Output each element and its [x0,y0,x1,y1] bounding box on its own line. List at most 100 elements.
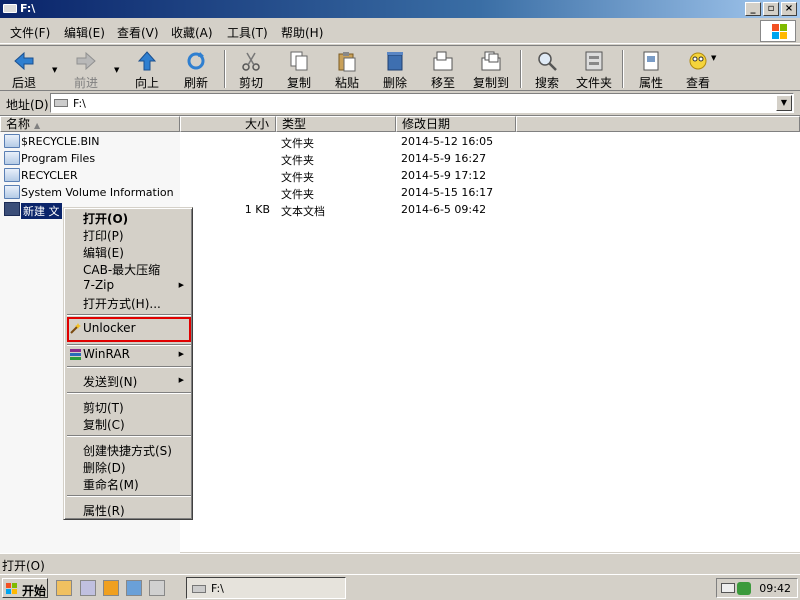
minimize-button[interactable]: _ [745,2,761,16]
copy-to-label: 复制到 [472,76,509,90]
search-button[interactable]: 搜索 [528,48,566,90]
menu-item-copy[interactable]: 复制(C) [68,415,190,432]
folder-icon [4,151,20,165]
menu-item-open[interactable]: 打开(O) [68,209,190,226]
address-label: 地址(D) [6,98,49,112]
forward-button[interactable]: 前进 [66,48,106,90]
menu-item-properties[interactable]: 属性(R) [68,501,190,518]
start-button[interactable]: 开始 [2,578,48,598]
file-row[interactable]: RECYCLER 文件夹 2014-5-9 17:12 [0,167,800,184]
maximize-button[interactable]: ▫ [763,2,779,16]
menu-item-label: CAB-最大压缩 [83,263,161,277]
menu-item-create-shortcut[interactable]: 创建快捷方式(S) [68,441,190,458]
sort-ascending-icon: ▲ [34,121,41,130]
status-text: 打开(O) [2,559,45,573]
move-to-button[interactable]: 移至 [424,48,462,90]
back-dropdown-icon[interactable]: ▼ [52,66,57,74]
column-header-type[interactable]: 类型 [276,116,396,132]
search-label: 搜索 [534,76,559,90]
delete-button[interactable]: 删除 [376,48,414,90]
quicklaunch-desktop-icon[interactable] [56,580,72,596]
menu-item-winrar[interactable]: WinRAR ▶ [68,346,190,363]
delete-icon [387,52,403,71]
menu-help[interactable]: 帮助(H) [281,24,323,41]
drive-icon [192,585,206,593]
file-row[interactable]: Program Files 文件夹 2014-5-9 16:27 [0,150,800,167]
menu-item-rename[interactable]: 重命名(M) [68,475,190,492]
menu-item-7zip[interactable]: 7-Zip ▶ [68,277,190,294]
file-row[interactable]: System Volume Information 文件夹 2014-5-15 … [0,184,800,201]
file-name: RECYCLER [21,169,78,182]
menu-bar: 文件(F) 编辑(E) 查看(V) 收藏(A) 工具(T) 帮助(H) [0,18,800,44]
up-label: 向上 [134,76,159,90]
submenu-arrow-icon: ▶ [178,281,184,289]
menu-item-edit[interactable]: 编辑(E) [68,243,190,260]
taskbar-window-button[interactable]: F:\ [186,577,346,599]
menu-separator [67,495,191,497]
quicklaunch-drive-icon[interactable] [149,580,165,596]
properties-label: 属性 [638,76,663,90]
file-modified: 2014-6-5 09:42 [401,203,487,216]
copy-to-button[interactable]: 复制到 [470,48,512,90]
keyboard-tray-icon[interactable] [721,583,735,593]
drive-icon [3,4,17,13]
properties-button[interactable]: 属性 [632,48,670,90]
menu-view[interactable]: 查看(V) [117,24,159,41]
menu-tools[interactable]: 工具(T) [227,24,268,41]
clock[interactable]: 09:42 [759,582,791,595]
view-label: 查看 [685,76,710,90]
address-value: F:\ [73,97,86,110]
menu-edit[interactable]: 编辑(E) [64,24,105,41]
toolbar-separator [622,50,624,88]
cut-button[interactable]: 剪切 [232,48,270,90]
menu-item-label: 发送到(N) [83,375,138,389]
file-type: 文件夹 [281,154,314,167]
file-type: 文件夹 [281,188,314,201]
menu-favorites[interactable]: 收藏(A) [171,24,213,41]
address-input[interactable]: F:\ ▼ [50,93,794,113]
column-header-modified[interactable]: 修改日期 [396,116,516,132]
quicklaunch-folder-icon[interactable] [103,580,119,596]
menu-item-label: 打开(O) [83,212,129,226]
menu-file[interactable]: 文件(F) [10,24,50,41]
refresh-button[interactable]: 刷新 [176,48,216,90]
back-button[interactable]: 后退 [4,48,44,90]
menu-item-open-with[interactable]: 打开方式(H)... [68,294,190,311]
close-button[interactable]: × [781,2,797,16]
network-tray-icon[interactable] [737,582,751,595]
menu-item-label: 创建快捷方式(S) [83,444,172,458]
file-size: 1 KB [244,203,270,216]
quicklaunch-printer-icon[interactable] [80,580,96,596]
file-row[interactable]: $RECYCLE.BIN 文件夹 2014-5-12 16:05 [0,133,800,150]
menu-item-cab-compress[interactable]: CAB-最大压缩 [68,260,190,277]
taskbar: 开始 F:\ 09:42 [0,574,800,600]
file-type: 文本文档 [281,205,325,218]
menu-item-print[interactable]: 打印(P) [68,226,190,243]
window-title: F:\ [20,2,36,15]
back-label: 后退 [11,76,36,90]
menu-item-label: 属性(R) [83,504,125,518]
menu-item-cut[interactable]: 剪切(T) [68,398,190,415]
copy-button[interactable]: 复制 [280,48,318,90]
refresh-icon [187,52,205,70]
forward-dropdown-icon[interactable]: ▼ [114,66,119,74]
menu-separator [67,366,191,368]
folders-button[interactable]: 文件夹 [574,48,614,90]
column-header-name[interactable]: 名称 ▲ [0,116,180,132]
menu-separator [67,314,191,316]
windows-logo-icon [760,20,796,42]
taskbar-window-title: F:\ [211,582,224,595]
menu-item-delete[interactable]: 删除(D) [68,458,190,475]
drive-icon [54,99,68,107]
paste-button[interactable]: 粘贴 [328,48,366,90]
address-dropdown-button[interactable]: ▼ [776,95,792,111]
view-dropdown-icon[interactable]: ▼ [711,54,716,62]
quicklaunch-explorer-icon[interactable] [126,580,142,596]
file-modified: 2014-5-12 16:05 [401,135,494,148]
file-modified: 2014-5-9 17:12 [401,169,487,182]
forward-arrow-icon [76,51,96,71]
column-header-size[interactable]: 大小 [180,116,276,132]
menu-item-send-to[interactable]: 发送到(N) ▶ [68,372,190,389]
up-button[interactable]: 向上 [128,48,166,90]
view-icon [689,52,707,70]
